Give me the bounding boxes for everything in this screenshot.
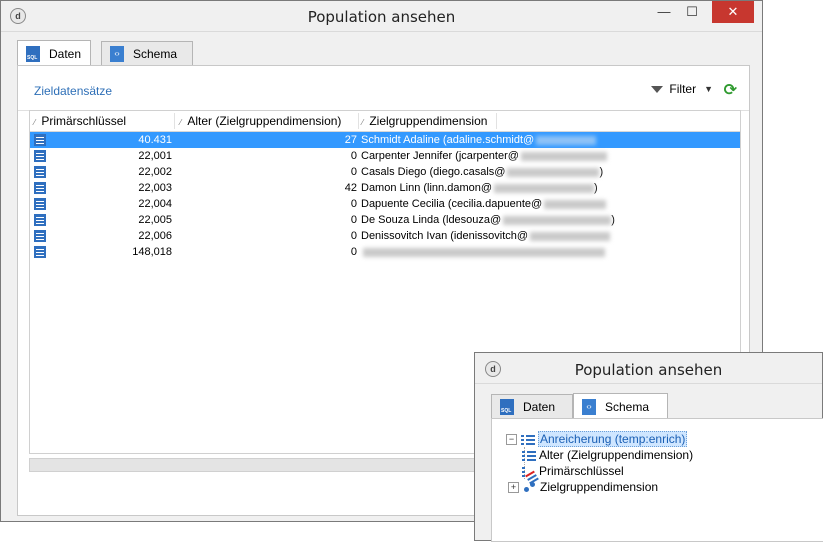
tab-daten[interactable]: Daten — [491, 394, 573, 418]
redacted-text — [544, 199, 607, 209]
schema-panel: − Anreicherung (temp:enrich) Alter (Zielg… — [491, 418, 823, 542]
maximize-button[interactable]: ☐ — [678, 1, 706, 23]
funnel-icon — [651, 85, 664, 93]
record-icon — [34, 198, 46, 210]
sort-icon: ⁄ — [34, 118, 36, 127]
column-header-age[interactable]: ⁄ Alter (Zielgruppendimension) — [180, 111, 341, 131]
schema-icon: ‹› — [110, 45, 124, 62]
tab-daten-label: Daten — [523, 399, 556, 414]
table-row[interactable]: 40.431 27 Schmidt Adaline (adaline.schmi… — [30, 132, 740, 148]
table-row[interactable]: 22,004 0 Dapuente Cecilia (cecilia.dapue… — [30, 196, 740, 212]
tab-schema-label: Schema — [605, 399, 650, 414]
list-icon — [521, 434, 535, 445]
sql-icon — [500, 398, 514, 415]
filter-label: Filter — [669, 82, 697, 96]
sort-icon: ⁄ — [362, 118, 364, 127]
title-bar: d Population ansehen — [475, 353, 822, 384]
sort-icon: ⁄ — [180, 118, 182, 127]
record-icon — [34, 134, 46, 146]
redacted-text — [363, 247, 605, 257]
link-icon — [523, 482, 537, 493]
redacted-text — [503, 215, 612, 225]
sql-icon — [26, 45, 40, 62]
collapse-toggle[interactable]: − — [506, 434, 517, 446]
minimize-button[interactable]: — — [650, 1, 678, 23]
schema-icon: ‹› — [582, 398, 596, 415]
close-button[interactable]: ✕ — [712, 1, 754, 23]
redacted-text — [520, 151, 607, 161]
schema-tree: − Anreicherung (temp:enrich) Alter (Zielg… — [506, 431, 693, 495]
chevron-down-icon[interactable]: ▼ — [704, 84, 713, 94]
table-row[interactable]: 22,001 0 Carpenter Jennifer (jcarpenter@ — [30, 148, 740, 164]
section-title: Zieldatensätze — [34, 84, 113, 98]
redacted-text — [507, 167, 600, 177]
record-icon — [34, 230, 46, 242]
schema-window: d Population ansehen Daten ‹› Schema −An… — [474, 352, 823, 542]
table-row[interactable]: 22,006 0 Denissovitch Ivan (idenissovitc… — [30, 228, 740, 244]
filter-button[interactable]: Filter ▼ — [651, 82, 713, 96]
tree-node-root[interactable]: − Anreicherung (temp:enrich) — [506, 431, 693, 447]
column-header-target-dimension[interactable]: ⁄ Zielgruppendimension — [362, 111, 487, 131]
table-row[interactable]: 148,018 0 — [30, 244, 740, 260]
refresh-icon[interactable]: ⟳ — [724, 80, 737, 100]
tab-schema-label: Schema — [133, 46, 178, 61]
tree-node-primary-key[interactable]: Primärschlüssel — [506, 463, 693, 479]
record-icon — [34, 150, 46, 162]
tree-node-age[interactable]: Alter (Zielgruppendimension) — [506, 447, 693, 463]
tab-daten[interactable]: Daten — [17, 40, 91, 66]
key-icon — [522, 466, 536, 477]
expand-toggle[interactable]: + — [508, 482, 519, 494]
redacted-text — [494, 183, 595, 193]
record-icon — [34, 166, 46, 178]
record-icon — [34, 214, 46, 226]
tab-schema[interactable]: ‹› Schema — [573, 393, 668, 419]
table-row[interactable]: 22,002 0 Casals Diego (diego.casals@) — [30, 164, 740, 180]
tree-node-target-dimension[interactable]: + Zielgruppendimension — [506, 479, 693, 495]
redacted-text — [536, 135, 597, 145]
table-header: ⁄ Primärschlüssel ⁄ Alter (Zielgruppendime… — [30, 111, 740, 132]
redacted-text — [530, 231, 611, 241]
table-row[interactable]: 22,003 42 Damon Linn (linn.damon@) — [30, 180, 740, 196]
section-header: Zieldatensätze Filter ▼ ⟳ — [18, 66, 749, 111]
tab-daten-label: Daten — [49, 46, 82, 61]
column-header-primary-key[interactable]: ⁄ Primärschlüssel — [34, 111, 126, 131]
title-bar: d Population ansehen — ☐ ✕ — [1, 1, 762, 32]
record-icon — [34, 246, 46, 258]
window-title: Population ansehen — [574, 361, 723, 379]
tab-schema[interactable]: ‹› Schema — [101, 41, 193, 65]
table-row[interactable]: 22,005 0 De Souza Linda (ldesouza@) — [30, 212, 740, 228]
list-icon — [522, 450, 536, 461]
window-title: Population ansehen — [307, 8, 456, 26]
record-icon — [34, 182, 46, 194]
